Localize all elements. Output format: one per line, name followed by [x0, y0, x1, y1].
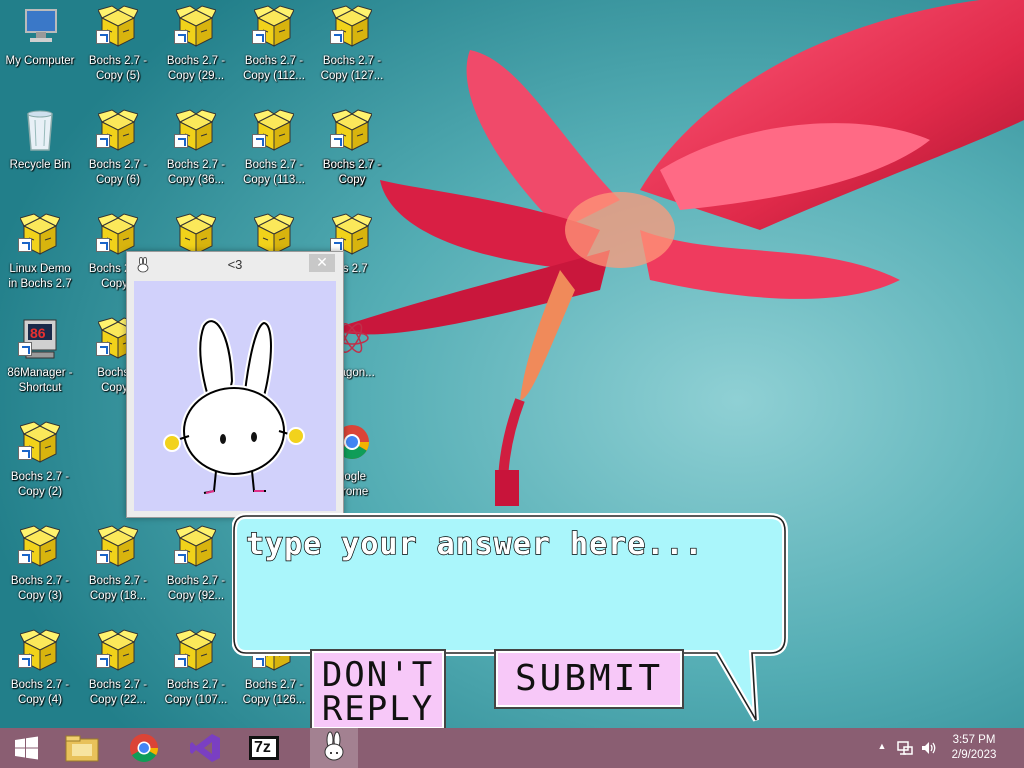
desktop-icon[interactable]: My Computer	[0, 0, 80, 90]
file-explorer-icon	[65, 735, 99, 762]
desktop-icon-label: Bochs 2.7 - Copy (22...	[88, 679, 148, 706]
7zip-icon: 7z	[249, 736, 279, 760]
visual-studio-icon	[190, 734, 220, 762]
network-icon[interactable]	[896, 739, 914, 757]
shortcut-arrow-icon	[96, 30, 110, 44]
desktop-icon-label: Bochs 2.7 - Copy (113...	[243, 159, 305, 186]
desktop-icon[interactable]: Bochs 2.7 - Copy (92...	[156, 520, 236, 610]
desktop-icon-label: Bochs 2.7 - Copy (127...	[320, 55, 384, 82]
shortcut-arrow-icon	[174, 550, 188, 564]
shortcut-arrow-icon	[252, 30, 266, 44]
desktop-icon[interactable]: Bochs 2.7 - Copy (3)	[0, 520, 80, 610]
popup-titlebar[interactable]: <3 ✕	[127, 252, 343, 280]
desktop-icon[interactable]: Bochs 2.7 - Copy (36...	[156, 104, 236, 194]
shortcut-arrow-icon	[18, 446, 32, 460]
desktop-icon[interactable]: Bochs 2.7 - Copy (112...	[234, 0, 314, 90]
desktop-icon-label: Linux Demo in Bochs 2.7	[8, 263, 72, 290]
taskbar-bunny-app[interactable]	[310, 728, 358, 768]
desktop-icon-label: 86Manager - Shortcut	[7, 367, 73, 394]
desktop-icon[interactable]: Bochs 2.7 - Copy (4)	[0, 624, 80, 714]
shortcut-arrow-icon	[252, 134, 266, 148]
start-button[interactable]	[4, 728, 48, 768]
desktop-icon-label: Bochs 2.7 - Copy (18...	[88, 575, 148, 602]
desktop-icon-label: Bochs 2.7 - Copy (112...	[243, 55, 305, 82]
bunny-app-icon	[324, 731, 344, 761]
shortcut-arrow-icon	[330, 30, 344, 44]
desktop-icon-label: Bochs 2.7 - Copy (6)	[88, 159, 148, 186]
desktop-icon[interactable]: Bochs 2.7 - Copy (113...	[234, 104, 314, 194]
desktop-icon[interactable]: Bochs 2.7 - Copy (127...	[312, 0, 392, 90]
clock[interactable]: 3:57 PM 2/9/2023	[942, 733, 1006, 763]
desktop-icon[interactable]: Recycle Bin	[0, 104, 80, 194]
shortcut-arrow-icon	[174, 134, 188, 148]
popup-close-button[interactable]: ✕	[309, 254, 335, 272]
shortcut-arrow-icon	[96, 342, 110, 356]
clock-time: 3:57 PM	[952, 734, 996, 746]
desktop-icon[interactable]: Bochs 2.7 - Copy (22...	[78, 624, 158, 714]
desktop-icon-label: Bochs 2.7 - Copy	[322, 159, 382, 186]
taskbar-7zip[interactable]: 7z	[240, 728, 288, 768]
taskbar: 7z ▲ 3:57 PM 2/9/2023	[0, 728, 1024, 768]
volume-icon[interactable]	[920, 739, 938, 757]
desktop-icon[interactable]: Linux Demo in Bochs 2.7	[0, 208, 80, 298]
shortcut-arrow-icon	[330, 134, 344, 148]
clock-date: 2/9/2023	[951, 749, 997, 761]
7zip-label: 7z	[254, 739, 271, 756]
desktop-icon-label: Bochs 2.7 - Copy (2)	[10, 471, 70, 498]
svg-text:86: 86	[30, 325, 46, 341]
desktop-icon-label: Bochs 2.7 - Copy (3)	[10, 575, 70, 602]
shortcut-arrow-icon	[18, 654, 32, 668]
shortcut-arrow-icon	[96, 134, 110, 148]
desktop-icon-label: Bochs 2.7 - Copy (92...	[166, 575, 226, 602]
tray-overflow-button[interactable]: ▲	[876, 741, 888, 751]
submit-button[interactable]: SUBMIT	[494, 649, 684, 709]
taskbar-visual-studio[interactable]	[182, 728, 230, 768]
bunny-canvas	[134, 281, 336, 511]
shortcut-arrow-icon	[96, 654, 110, 668]
taskbar-file-explorer[interactable]	[58, 728, 106, 768]
shortcut-arrow-icon	[18, 342, 32, 356]
desktop-icon[interactable]: Bochs 2.7 - Copy (5)	[78, 0, 158, 90]
desktop-icon[interactable]: Bochs 2.7 - Copy (2)	[0, 416, 80, 506]
submit-label: SUBMIT	[514, 658, 664, 699]
desktop-icon[interactable]: Bochs 2.7 - Copy (107...	[156, 624, 236, 714]
dont-reply-button[interactable]: DON'T REPLY	[310, 649, 446, 731]
desktop-icon-label: Bochs 2.7 - Copy (36...	[166, 159, 226, 186]
shortcut-arrow-icon	[174, 30, 188, 44]
desktop-icon-label: Bochs 2.7 - Copy (107...	[164, 679, 228, 706]
desktop-icon[interactable]: Bochs 2.7 - Copy (29...	[156, 0, 236, 90]
desktop-icon[interactable]: Bochs 2.7 - Copy (6)	[78, 104, 158, 194]
desktop-icon-label: Bochs 2.7 - Copy (5)	[88, 55, 148, 82]
chrome-icon	[130, 734, 158, 762]
desktop-icon-label: Bochs 2.7 - Copy (29...	[166, 55, 226, 82]
dont-reply-label: DON'T REPLY	[321, 655, 435, 729]
taskbar-chrome[interactable]	[120, 728, 168, 768]
desktop-icon-label: Recycle Bin	[9, 159, 71, 171]
desktop-icon[interactable]: Bochs 2.7 - Copy	[312, 104, 392, 194]
shortcut-arrow-icon	[18, 550, 32, 564]
shortcut-arrow-icon	[18, 238, 32, 252]
popup-window[interactable]: <3 ✕	[126, 251, 344, 518]
start-icon	[15, 736, 38, 760]
bunny-illustration	[163, 318, 305, 494]
desktop-icon[interactable]: 86 86Manager - Shortcut	[0, 312, 80, 402]
computer-icon	[25, 9, 57, 42]
recycle-bin-icon	[27, 110, 53, 151]
desktop-icon-label: My Computer	[5, 55, 75, 67]
answer-input[interactable]: type your answer here...	[245, 527, 766, 562]
shortcut-arrow-icon	[96, 238, 110, 252]
shortcut-arrow-icon	[174, 654, 188, 668]
desktop-icon[interactable]: Bochs 2.7 - Copy (18...	[78, 520, 158, 610]
desktop-icon-label: Bochs 2.7 - Copy (4)	[10, 679, 70, 706]
shortcut-arrow-icon	[96, 550, 110, 564]
shortcut-arrow-icon	[330, 238, 344, 252]
